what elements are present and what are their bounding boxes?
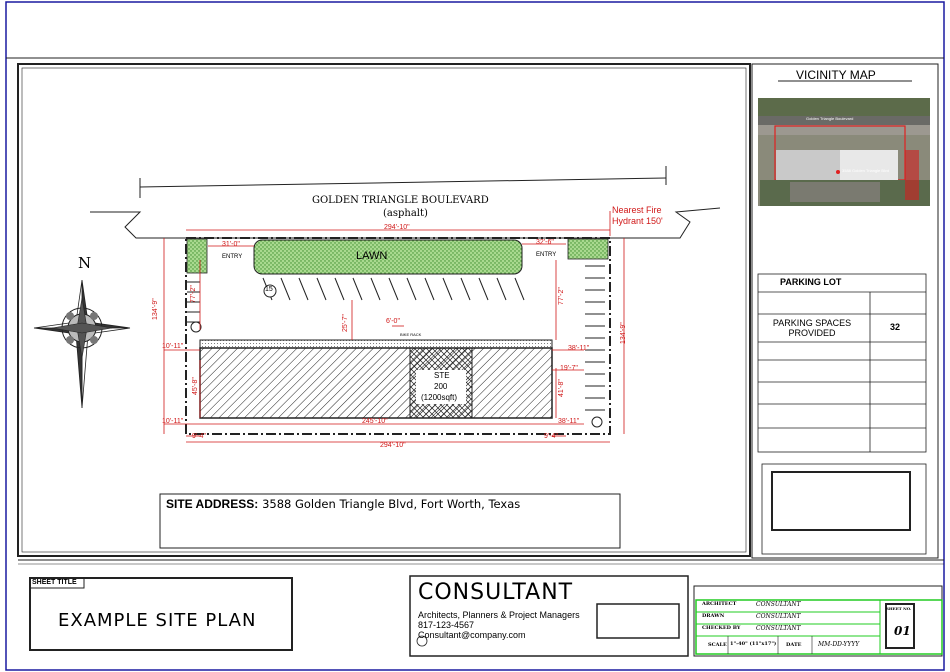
vicinity-road-label: Golden Triangle Boulevard [806,116,854,121]
parking-marker: 15 [265,286,273,293]
dim-bottom-total: 294'-10" [380,442,406,449]
vicinity-building-label: 3588 Golden Triangle Blvd [842,168,890,173]
lawn-label: LAWN [356,250,388,262]
architect-value: CONSULTANT [756,601,801,608]
sheet-no-label: SHEET NO. [886,606,912,611]
drawn-value: CONSULTANT [756,613,801,620]
dim-building-right: 38'-11" [568,345,590,352]
ste-number: 200 [434,382,448,391]
dim-right-setback: 9'-4" [544,433,558,440]
consultant-line-1: Architects, Planners & Project Managers [418,610,580,620]
entry-left-label: ENTRY [222,254,243,260]
dim-left-entry: 31'-0" [222,241,240,248]
site-address-value: 3588 Golden Triangle Blvd, Fort Worth, T… [262,497,521,511]
dim-left-setback: 9'-4" [192,433,206,440]
sheet-title-caption: SHEET TITLE [32,579,77,586]
angled-parking-stalls [262,277,525,301]
north-arrow [33,279,131,409]
dim-top-total: 294'-10" [384,224,410,231]
dim-ste-offset: 19'-7" [560,365,578,372]
dim-building-height-right: 41'-8" [558,379,565,397]
parking-spaces-value: 32 [890,322,901,332]
entry-right-label: ENTRY [536,252,557,258]
dim-center-drive: 25'-7" [342,314,349,332]
drawing-frame [17,63,751,557]
date-value: MM-DD-YYYY [818,641,860,648]
dim-right-entry: 32'-6" [536,239,554,246]
dim-building-left-b: 10'-11" [162,418,184,425]
vicinity-map-title: VICINITY MAP [796,68,876,82]
dim-left-height: 134'-9" [152,298,159,320]
consultant-name: CONSULTANT [418,580,574,605]
scale-label: SCALE [708,642,727,648]
drawn-label: DRAWN [702,613,725,619]
consultant-line-3: Consultant@company.com [418,630,526,640]
lawn-area [253,239,523,275]
checked-value: CONSULTANT [756,625,801,632]
parking-spaces-label: PARKING SPACES PROVIDED [772,318,852,338]
dim-building-height-left: 45'-8" [192,377,199,395]
parking-table [757,273,927,453]
dim-right-row: 77'-2" [558,287,565,305]
hydrant-note-1: Nearest Fire [612,205,662,215]
dim-building-left-a: 10'-11" [162,343,184,350]
checked-label: CHECKED BY [702,625,741,631]
bike-rack-label: BIKE RACK [400,332,422,337]
ste-area: (1200sqft) [421,393,458,402]
sheet-no-value: 01 [894,624,911,638]
site-plan-sheet: GOLDEN TRIANGLE BOULEVARD (asphalt) Near… [0,0,950,672]
ste-label: STE [434,371,450,380]
parking-table-title: PARKING LOT [780,277,842,287]
vicinity-map-image [758,98,930,206]
dim-right-height: 134'-9" [620,322,627,344]
hydrant-note-2: Hydrant 150' [612,216,663,226]
architect-label: ARCHITECT [702,601,737,607]
north-label: N [78,254,92,272]
dim-left-row: 77'-2" [190,285,197,303]
right-parking-stalls [585,265,605,411]
scale-value: 1"-40" (11"x17") [730,641,777,647]
building-footprint [199,347,553,419]
date-label: DATE [786,642,802,648]
dim-building-length: 245'-10" [362,418,388,425]
sheet-title-value: EXAMPLE SITE PLAN [58,610,257,631]
consultant-line-2: 817-123-4567 [418,620,475,630]
site-address-label: SITE ADDRESS: [166,497,259,511]
road-name: GOLDEN TRIANGLE BOULEVARD [312,195,489,206]
dim-building-right-2: 38'-11" [558,418,580,425]
dim-bike-width: 6'-0" [386,318,400,325]
road-surface: (asphalt) [383,208,428,219]
site-address: SITE ADDRESS: 3588 Golden Triangle Blvd,… [166,497,520,511]
